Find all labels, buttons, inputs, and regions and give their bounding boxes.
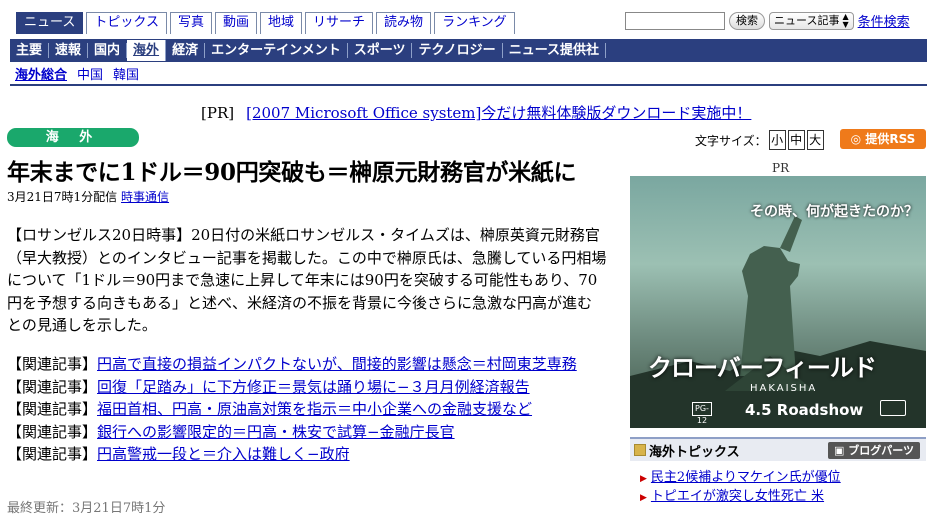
movie-ad-banner[interactable]: その時、何が起きたのか？ クローバーフィールド HAKAISHA PG-12 4… <box>630 176 926 428</box>
related-link[interactable]: 福田首相、円高・原油高対策を指示＝中小企業への金融支援など <box>97 400 532 418</box>
nav-main-flash[interactable]: 速報 <box>49 43 89 58</box>
advanced-search-link[interactable]: 条件検索 <box>858 11 910 30</box>
topics-list: ▶ 民主2候補よりマケイン氏が優位 ▶ トピエイが激突し女性死亡 米 <box>640 469 926 507</box>
font-size-control: 文字サイズ： 小 中 大 <box>695 130 824 150</box>
list-item: ▶ トピエイが激突し女性死亡 米 <box>640 488 926 507</box>
studio-logo-icon <box>880 400 906 416</box>
related-item: 【関連記事】福田首相、円高・原油高対策を指示＝中小企業への金融支援など <box>7 398 607 421</box>
pr-banner: [PR] [2007 Microsoft Office system]今だけ無料体… <box>201 102 751 123</box>
rss-label: 提供RSS <box>865 132 916 146</box>
list-item: ▶ 民主2候補よりマケイン氏が優位 <box>640 469 926 488</box>
tab-reading[interactable]: 読み物 <box>376 12 432 34</box>
search-scope-select[interactable]: ニュース記事 ▲ ▼ <box>769 11 854 30</box>
rss-icon: ◎ <box>850 132 862 146</box>
search-button[interactable]: 検索 <box>729 11 765 30</box>
related-label: 【関連記事】 <box>7 445 98 463</box>
article-dateline: 3月21日7時1分配信 時事通信 <box>7 188 169 205</box>
tab-local[interactable]: 地域 <box>260 12 303 34</box>
related-item: 【関連記事】円高で直接の損益インパクトないが、間接的影響は懸念＝村岡東芝専務 <box>7 353 607 376</box>
search-input[interactable] <box>625 11 725 30</box>
font-size-label: 文字サイズ： <box>695 133 767 148</box>
tab-topics[interactable]: トピックス <box>86 12 167 34</box>
blog-parts-button[interactable]: ▣ ブログパーツ <box>827 441 920 459</box>
related-link[interactable]: 円高警戒一段と＝介入は難しく−政府 <box>97 445 350 463</box>
article-title: 年末までに1ドル＝90円突破も＝榊原元財務官が米紙に <box>7 159 577 186</box>
related-articles: 【関連記事】円高で直接の損益インパクトないが、間接的影響は懸念＝村岡東芝専務 【… <box>7 353 607 466</box>
nav-main-domestic[interactable]: 国内 <box>88 43 128 58</box>
topic-link[interactable]: トピエイが激突し女性死亡 米 <box>651 489 824 504</box>
nav-main-world[interactable]: 海外 <box>127 40 167 61</box>
topics-title: 海外トピックス <box>649 444 740 460</box>
category-nav: 主要 速報 国内 海外 経済 エンターテインメント スポーツ テクノロジー ニュ… <box>10 39 927 62</box>
nav-main-top[interactable]: 主要 <box>10 43 50 58</box>
tab-videos[interactable]: 動画 <box>215 12 258 34</box>
nav-sub-korea[interactable]: 韓国 <box>108 64 144 83</box>
rss-button[interactable]: ◎ 提供RSS <box>840 129 926 149</box>
related-label: 【関連記事】 <box>7 400 98 418</box>
bullet-icon: ▶ <box>640 474 647 484</box>
related-link[interactable]: 円高で直接の損益インパクトないが、間接的影響は懸念＝村岡東芝専務 <box>97 355 577 373</box>
tab-news[interactable]: ニュース <box>16 12 84 34</box>
category-badge: 海 外 <box>7 128 139 147</box>
last-updated: 最終更新：3月21日7時1分 <box>7 501 166 516</box>
nav-main-entertainment[interactable]: エンターテインメント <box>205 43 348 58</box>
topic-link[interactable]: 民主2候補よりマケイン氏が優位 <box>651 470 841 485</box>
related-item: 【関連記事】銀行への影響限定的＝円高・株安で試算−金融庁長官 <box>7 421 607 444</box>
nav-main-providers[interactable]: ニュース提供社 <box>503 43 607 58</box>
subcategory-nav: 海外総合 中国 韓国 <box>10 62 927 86</box>
nav-main-technology[interactable]: テクノロジー <box>412 43 503 58</box>
font-size-small-button[interactable]: 小 <box>768 130 786 150</box>
tab-photos[interactable]: 写真 <box>169 12 212 34</box>
font-size-medium-button[interactable]: 中 <box>787 130 805 150</box>
ad-rating-badge: PG-12 <box>692 402 712 425</box>
ad-title: クローバーフィールド <box>648 354 877 382</box>
search-area: 検索 ニュース記事 ▲ ▼ 条件検索 <box>625 11 910 30</box>
blog-parts-label: ブログパーツ <box>848 443 914 457</box>
related-label: 【関連記事】 <box>7 355 98 373</box>
article-source-link[interactable]: 時事通信 <box>121 190 169 204</box>
related-link[interactable]: 回復「足踏み」に下方修正＝景気は踊り場に−３月月例経済報告 <box>97 378 530 396</box>
top-tabs: ニュース トピックス 写真 動画 地域 リサーチ 読み物 ランキング <box>16 12 515 34</box>
bullet-icon: ▶ <box>640 493 647 503</box>
related-link[interactable]: 銀行への影響限定的＝円高・株安で試算−金融庁長官 <box>97 423 455 441</box>
related-label: 【関連記事】 <box>7 422 98 441</box>
ad-subtitle: HAKAISHA <box>750 383 818 394</box>
ad-release: 4.5 Roadshow <box>745 401 864 419</box>
font-size-large-button[interactable]: 大 <box>806 130 824 150</box>
nav-sub-world-general[interactable]: 海外総合 <box>10 64 72 83</box>
nav-main-economy[interactable]: 経済 <box>166 43 206 58</box>
nav-sub-china[interactable]: 中国 <box>72 64 108 83</box>
pr-label: [PR] <box>201 104 235 122</box>
related-label: 【関連記事】 <box>7 377 98 396</box>
ad-label: PR <box>772 161 790 175</box>
article-date: 3月21日7時1分配信 <box>7 190 118 204</box>
article-body: 【ロサンゼルス20日時事】20日付の米紙ロサンゼルス・タイムズは、榊原英資元財務… <box>7 226 607 334</box>
nav-main-sports[interactable]: スポーツ <box>348 43 413 58</box>
pr-link[interactable]: [2007 Microsoft Office system]今だけ無料体験版ダウ… <box>246 104 751 122</box>
search-scope-value: ニュース記事 <box>774 13 840 27</box>
tab-ranking[interactable]: ランキング <box>434 12 515 34</box>
pages-icon <box>634 444 646 456</box>
ad-tagline: その時、何が起きたのか？ <box>750 204 918 220</box>
tab-research[interactable]: リサーチ <box>305 12 374 34</box>
related-item: 【関連記事】回復「足踏み」に下方修正＝景気は踊り場に−３月月例経済報告 <box>7 376 607 399</box>
select-arrows-icon: ▲ ▼ <box>842 11 849 29</box>
related-item: 【関連記事】円高警戒一段と＝介入は難しく−政府 <box>7 443 607 466</box>
topics-header: 海外トピックス ▣ ブログパーツ <box>630 437 926 461</box>
